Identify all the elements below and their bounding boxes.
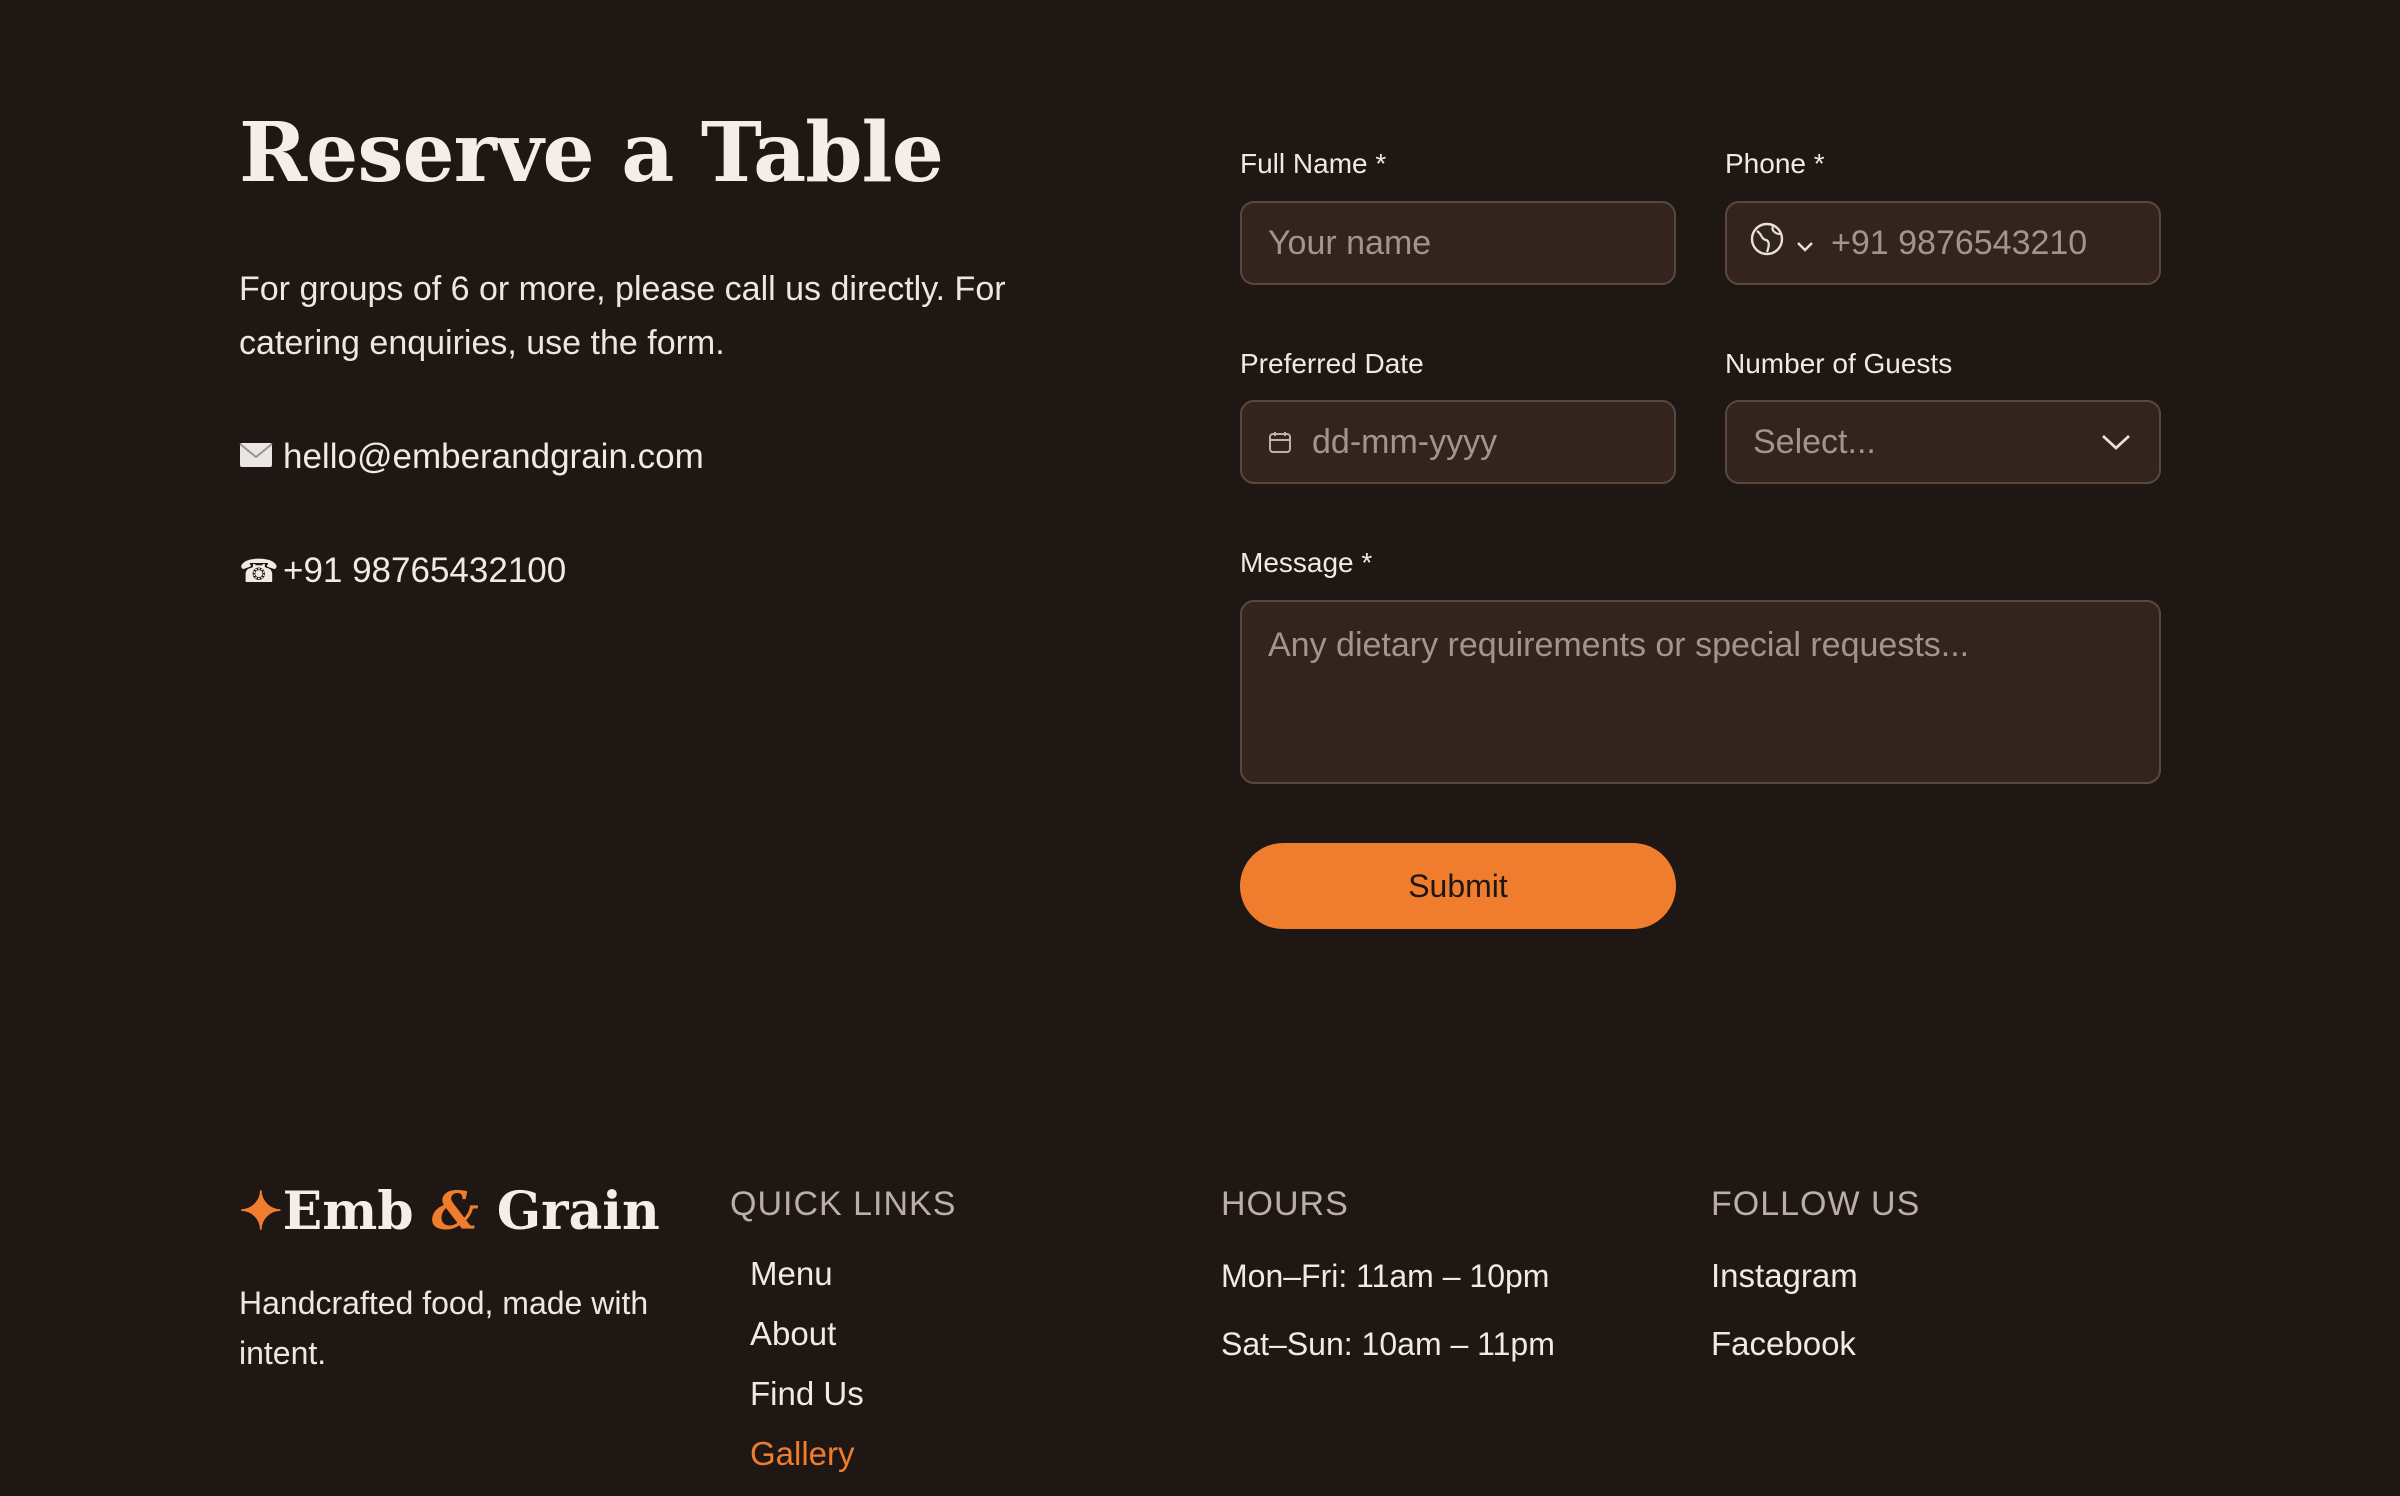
hours-weekday: Mon–Fri: 11am – 10pm bbox=[1221, 1258, 1550, 1294]
message-textarea[interactable] bbox=[1266, 622, 2135, 766]
full-name-input[interactable] bbox=[1266, 222, 1650, 264]
phone-field bbox=[1725, 201, 2161, 285]
message-field bbox=[1240, 600, 2161, 784]
footer-link-find-us[interactable]: Find Us bbox=[750, 1372, 864, 1416]
telephone-icon: ☎ bbox=[239, 553, 279, 589]
date-input[interactable] bbox=[1310, 421, 1648, 463]
footer-link-about[interactable]: About bbox=[750, 1312, 836, 1356]
calendar-icon bbox=[1268, 430, 1292, 454]
guests-select[interactable]: Select... bbox=[1725, 400, 2161, 484]
message-label: Message * bbox=[1240, 547, 1373, 578]
footer-link-instagram[interactable]: Instagram bbox=[1711, 1254, 1858, 1298]
submit-button[interactable]: Submit bbox=[1240, 843, 1676, 929]
follow-heading: FOLLOW US bbox=[1711, 1185, 1921, 1223]
intro-text: For groups of 6 or more, please call us … bbox=[239, 270, 1006, 362]
chevron-down-icon bbox=[1795, 224, 1815, 263]
phone-link[interactable]: +91 98765432100 bbox=[283, 546, 566, 596]
footer-link-menu[interactable]: Menu bbox=[750, 1252, 833, 1296]
footer-logo[interactable]: ✦Emb & Grain bbox=[239, 1180, 660, 1244]
footer-tagline: Handcrafted food, made with intent. bbox=[239, 1285, 649, 1371]
hours-heading: HOURS bbox=[1221, 1185, 1349, 1223]
star-icon: ✦ bbox=[239, 1181, 283, 1242]
date-label: Preferred Date bbox=[1240, 348, 1424, 379]
envelope-icon bbox=[239, 432, 275, 482]
date-field bbox=[1240, 400, 1676, 484]
full-name-label: Full Name * bbox=[1240, 148, 1387, 179]
footer-link-facebook[interactable]: Facebook bbox=[1711, 1322, 1856, 1366]
phone-input[interactable] bbox=[1829, 222, 2137, 264]
full-name-field bbox=[1240, 201, 1676, 285]
guests-label: Number of Guests bbox=[1725, 348, 1953, 379]
page-title: Reserve a Table bbox=[239, 105, 944, 201]
hours-weekend: Sat–Sun: 10am – 11pm bbox=[1221, 1326, 1555, 1362]
chevron-down-icon bbox=[2099, 431, 2133, 453]
country-selector[interactable] bbox=[1749, 221, 1815, 266]
globe-icon bbox=[1749, 221, 1785, 266]
phone-label: Phone * bbox=[1725, 148, 1825, 179]
guests-selected-value: Select... bbox=[1753, 422, 1876, 461]
contact-email: hello@emberandgrain.com bbox=[239, 432, 704, 482]
quick-links-heading: QUICK LINKS bbox=[730, 1185, 957, 1223]
footer-link-gallery[interactable]: Gallery bbox=[750, 1432, 855, 1476]
contact-phone: ☎ +91 98765432100 bbox=[239, 546, 566, 596]
email-link[interactable]: hello@emberandgrain.com bbox=[283, 432, 704, 482]
